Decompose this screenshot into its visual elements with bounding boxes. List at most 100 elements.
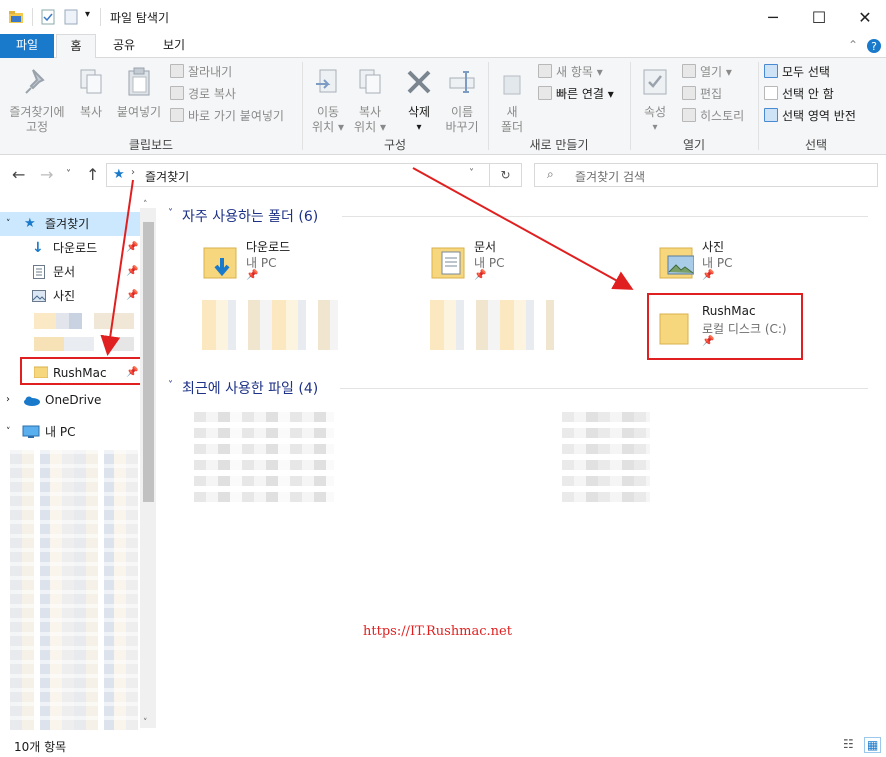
sidebar-item-rushmac[interactable]: RushMac 📌	[20, 357, 143, 385]
pin-icon[interactable]: 📌	[126, 284, 138, 308]
pin-icon[interactable]: 📌	[126, 236, 138, 260]
svg-text:?: ?	[871, 40, 877, 53]
sidebar-item-label: 내 PC	[45, 425, 76, 439]
select-all-button[interactable]: 모두 선택	[764, 63, 830, 81]
minimize-button[interactable]: ─	[750, 0, 796, 34]
search-placeholder[interactable]: 즐겨찾기 검색	[575, 168, 645, 185]
folder-location: 내 PC	[246, 256, 277, 270]
collapse-chevron-icon[interactable]: ˅	[168, 380, 173, 391]
downloads-folder-icon	[203, 247, 237, 279]
back-arrow-icon[interactable]: ←	[12, 165, 25, 184]
sidebar-item-pictures[interactable]: 사진 📌	[0, 284, 140, 308]
search-box[interactable]: ⌕ 즐겨찾기 검색	[534, 163, 878, 187]
rename-button[interactable]: 이름 바꾸기	[442, 66, 482, 135]
clipboard-group-label: 클립보드	[128, 138, 174, 152]
pin-icon: 📌	[246, 270, 259, 281]
copy-to-button[interactable]: 복사 위치 ▾	[350, 66, 390, 135]
pin-icon[interactable]: 📌	[126, 359, 138, 387]
quick-access-star-icon: ★	[24, 216, 36, 231]
address-bar[interactable]: ★ › 즐겨찾기 ˅	[106, 163, 490, 187]
easy-access-button[interactable]: 빠른 연결 ▾	[538, 85, 614, 103]
pin-icon: 📌	[702, 270, 715, 281]
sidebar-item-quick-access[interactable]: ˅ ★ 즐겨찾기	[0, 212, 140, 236]
forward-arrow-icon[interactable]: →	[40, 165, 53, 184]
history-button[interactable]: 히스토리	[682, 107, 744, 125]
cut-button[interactable]: 잘라내기	[170, 63, 232, 81]
folder-tile-pictures[interactable]: 사진 내 PC 📌	[656, 238, 856, 298]
expand-chevron-icon[interactable]: ˅	[6, 420, 11, 444]
paste-shortcut-button[interactable]: 바로 가기 붙여넣기	[170, 107, 284, 125]
folder-name: 사진	[702, 240, 725, 254]
breadcrumb-chevron-icon[interactable]: ›	[131, 167, 135, 178]
cut-label: 잘라내기	[188, 65, 233, 79]
tab-home[interactable]: 홈	[56, 34, 96, 59]
invert-selection-label: 선택 영역 반전	[782, 109, 856, 123]
move-to-button[interactable]: 이동 위치 ▾	[308, 66, 348, 135]
sidebar-quick-access-label: 즐겨찾기	[45, 217, 90, 231]
pin-quick-access-button[interactable]: 즐겨찾기에 고정	[4, 66, 70, 135]
tiles-view-icon[interactable]: ▦	[864, 737, 882, 753]
tab-share[interactable]: 공유	[102, 34, 146, 58]
expand-chevron-icon[interactable]: ˅	[6, 212, 11, 236]
address-dropdown-icon[interactable]: ˅	[469, 168, 474, 179]
folder-tile-documents[interactable]: 문서 내 PC 📌	[428, 238, 628, 298]
sidebar-scroll-thumb[interactable]	[143, 222, 154, 502]
maximize-button[interactable]: ☐	[796, 0, 842, 34]
sidebar-item-downloads[interactable]: ↓ 다운로드 📌	[0, 236, 140, 260]
details-view-icon[interactable]: ☷	[843, 737, 854, 751]
help-icon[interactable]: ?	[866, 38, 882, 54]
new-folder-quick-icon[interactable]	[63, 9, 79, 25]
ribbon: 즐겨찾기에 고정 복사 붙여넣기 잘라내기 경로 복사 바로 가기 붙여넣기 클…	[0, 58, 886, 155]
recent-files-header[interactable]: 최근에 사용한 파일 (4)	[182, 378, 318, 398]
frequent-folders-header[interactable]: 자주 사용하는 폴더 (6)	[182, 206, 318, 226]
delete-dropdown-icon[interactable]: ▾	[400, 120, 438, 135]
folder-tile-rushmac[interactable]: RushMac 로컬 디스크 (C:) 📌	[656, 304, 796, 364]
collapse-ribbon-icon[interactable]: ⌃	[848, 38, 858, 52]
pin-quick-label-2: 고정	[25, 120, 49, 134]
copy-to-icon	[359, 69, 381, 94]
new-folder-button[interactable]: 새 폴더	[494, 66, 530, 135]
pictures-folder-icon	[659, 247, 694, 279]
properties-icon	[643, 69, 667, 95]
edit-button[interactable]: 편집	[682, 85, 722, 103]
close-button[interactable]: ✕	[842, 0, 886, 34]
copy-icon	[80, 69, 102, 94]
sidebar-item-label: 다운로드	[53, 241, 98, 255]
watermark-url: https://IT.Rushmac.net	[363, 624, 512, 639]
title-bar: ▾ 파일 탐색기 ─ ☐ ✕	[0, 0, 886, 34]
refresh-button[interactable]: ↻	[490, 163, 522, 187]
sidebar-item-onedrive[interactable]: › OneDrive	[0, 388, 140, 412]
customize-toolbar-icon[interactable]: ▾	[85, 9, 90, 20]
pin-icon[interactable]: 📌	[126, 260, 138, 284]
expand-chevron-icon[interactable]: ›	[6, 388, 10, 412]
copy-button[interactable]: 복사	[72, 66, 110, 120]
tab-file[interactable]: 파일	[0, 34, 54, 58]
select-none-button[interactable]: 선택 안 함	[764, 85, 834, 103]
properties-button[interactable]: 속성 ▾	[636, 66, 674, 135]
delete-button[interactable]: 삭제 ▾	[400, 66, 438, 135]
scroll-down-icon[interactable]: ˅	[143, 718, 148, 728]
new-folder-label-1: 새	[506, 105, 518, 119]
paste-button[interactable]: 붙여넣기	[112, 66, 166, 120]
collapse-chevron-icon[interactable]: ˅	[168, 208, 173, 219]
folder-tile-downloads[interactable]: 다운로드 내 PC 📌	[200, 238, 400, 298]
blurred-item	[430, 300, 554, 350]
address-path[interactable]: 즐겨찾기	[145, 168, 189, 185]
tab-view[interactable]: 보기	[152, 34, 196, 58]
open-button[interactable]: 열기 ▾	[682, 63, 732, 81]
scroll-up-icon[interactable]: ˄	[143, 200, 148, 210]
document-icon	[33, 265, 45, 279]
select-group-label: 선택	[804, 138, 828, 152]
recent-locations-icon[interactable]: ˅	[66, 169, 71, 180]
up-arrow-icon[interactable]: ↑	[86, 165, 99, 184]
new-item-button[interactable]: 새 항목 ▾	[538, 63, 603, 81]
copy-path-button[interactable]: 경로 복사	[170, 85, 236, 103]
sidebar-item-documents[interactable]: 문서 📌	[0, 260, 140, 284]
move-to-label-1: 이동	[316, 105, 340, 119]
properties-quick-icon[interactable]	[40, 9, 56, 25]
sidebar-item-this-pc[interactable]: ˅ 내 PC	[0, 420, 140, 444]
file-explorer-icon[interactable]	[8, 9, 24, 25]
invert-selection-button[interactable]: 선택 영역 반전	[764, 107, 856, 125]
select-none-label: 선택 안 함	[782, 87, 834, 101]
properties-dropdown-icon[interactable]: ▾	[636, 120, 674, 135]
